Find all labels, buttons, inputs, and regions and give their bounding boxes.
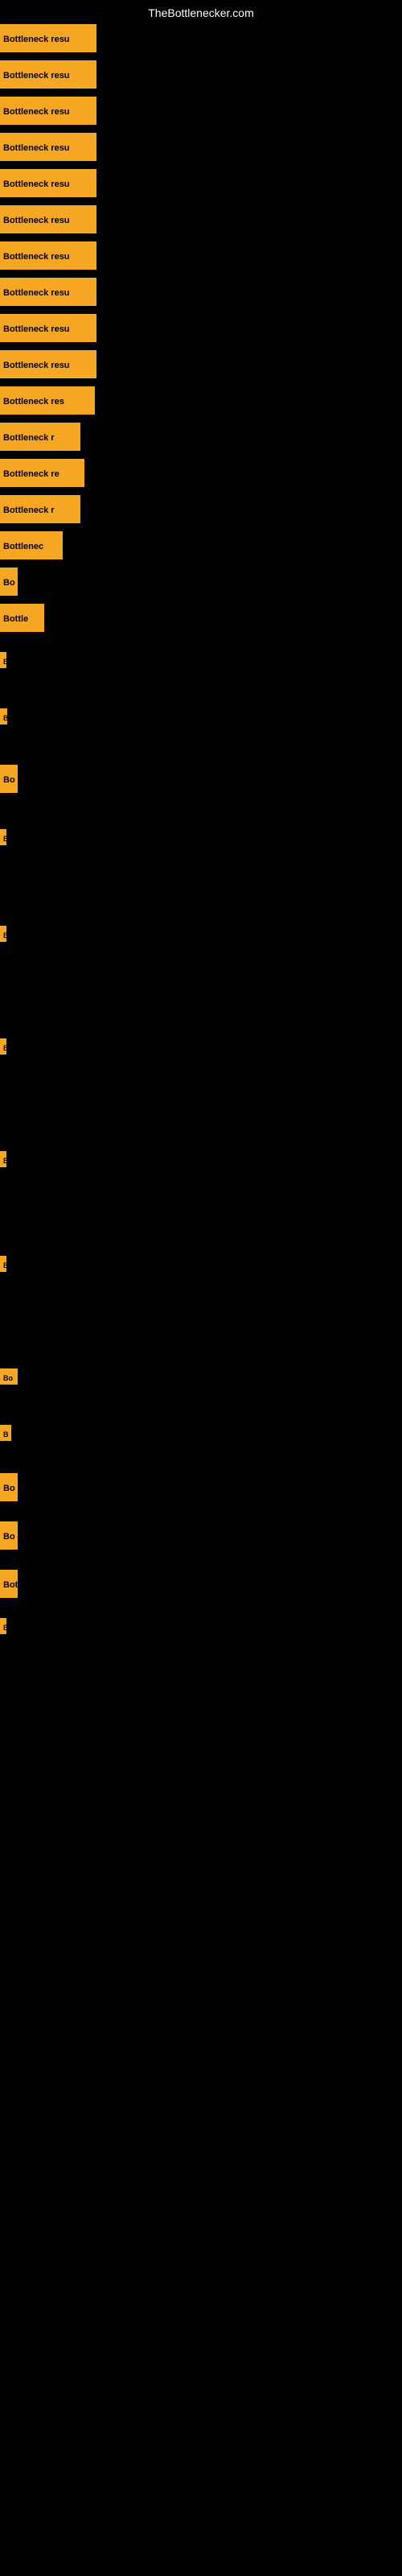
bar-label: Bo xyxy=(0,568,18,596)
bar-item: B xyxy=(0,1151,6,1167)
bar-label: Bottlenec xyxy=(0,531,63,559)
bar-label: Bottleneck resu xyxy=(0,350,96,378)
bar-label: B xyxy=(0,1038,6,1055)
bar-label: Bottleneck resu xyxy=(0,60,96,89)
bar-item: B xyxy=(0,708,7,724)
bar-label: B xyxy=(0,829,6,845)
bar-item: Bottleneck resu xyxy=(0,97,96,125)
bar-label: Bo xyxy=(0,1368,18,1385)
bar-item: B xyxy=(0,652,6,668)
bar-item: Bottleneck res xyxy=(0,386,95,415)
bar-label: Bottleneck resu xyxy=(0,205,96,233)
bar-label: Bottleneck resu xyxy=(0,133,96,161)
bar-label: Bottleneck resu xyxy=(0,169,96,197)
bar-item: Bottleneck resu xyxy=(0,205,96,233)
bar-label: B xyxy=(0,1618,6,1634)
bar-item: Bo xyxy=(0,1473,18,1501)
site-title: TheBottlenecker.com xyxy=(0,6,402,19)
bar-item: Bottleneck re xyxy=(0,459,84,487)
bar-label: Bottleneck r xyxy=(0,495,80,523)
bar-item: Bottleneck resu xyxy=(0,133,96,161)
bar-item: B xyxy=(0,1256,6,1272)
bar-label: Bottleneck r xyxy=(0,423,80,451)
bar-label: Bottle xyxy=(0,604,44,632)
bar-label: Bottleneck resu xyxy=(0,242,96,270)
bar-label: Bottleneck re xyxy=(0,459,84,487)
bar-label: B xyxy=(0,926,6,942)
bar-item: Bo xyxy=(0,1521,18,1550)
bar-label: B xyxy=(0,708,7,724)
bar-item: Bot xyxy=(0,1570,18,1598)
bar-label: Bot xyxy=(0,1570,18,1598)
bar-label: Bo xyxy=(0,765,18,793)
bar-label: B xyxy=(0,652,6,668)
bar-label: B xyxy=(0,1151,6,1167)
bar-item: Bottleneck resu xyxy=(0,278,96,306)
bar-item: B xyxy=(0,926,6,942)
bar-item: Bottleneck resu xyxy=(0,242,96,270)
bar-item: Bo xyxy=(0,1368,18,1385)
bar-item: Bottleneck resu xyxy=(0,350,96,378)
bar-item: Bottleneck resu xyxy=(0,314,96,342)
bar-item: Bottlenec xyxy=(0,531,63,559)
bar-label: B xyxy=(0,1425,11,1441)
bar-item: Bo xyxy=(0,568,18,596)
bar-label: B xyxy=(0,1256,6,1272)
bar-item: Bottleneck resu xyxy=(0,60,96,89)
bar-label: Bottleneck res xyxy=(0,386,95,415)
bar-label: Bottleneck resu xyxy=(0,24,96,52)
bar-item: B xyxy=(0,1425,11,1441)
bar-item: Bottleneck resu xyxy=(0,24,96,52)
bar-label: Bottleneck resu xyxy=(0,314,96,342)
bar-item: Bottleneck r xyxy=(0,495,80,523)
bar-label: Bottleneck resu xyxy=(0,97,96,125)
bar-label: Bottleneck resu xyxy=(0,278,96,306)
bar-item: Bo xyxy=(0,765,18,793)
bar-item: B xyxy=(0,1618,6,1634)
bar-item: Bottleneck r xyxy=(0,423,80,451)
bar-item: Bottle xyxy=(0,604,44,632)
bar-label: Bo xyxy=(0,1473,18,1501)
bar-label: Bo xyxy=(0,1521,18,1550)
bar-item: B xyxy=(0,1038,6,1055)
bar-item: B xyxy=(0,829,6,845)
bar-item: Bottleneck resu xyxy=(0,169,96,197)
